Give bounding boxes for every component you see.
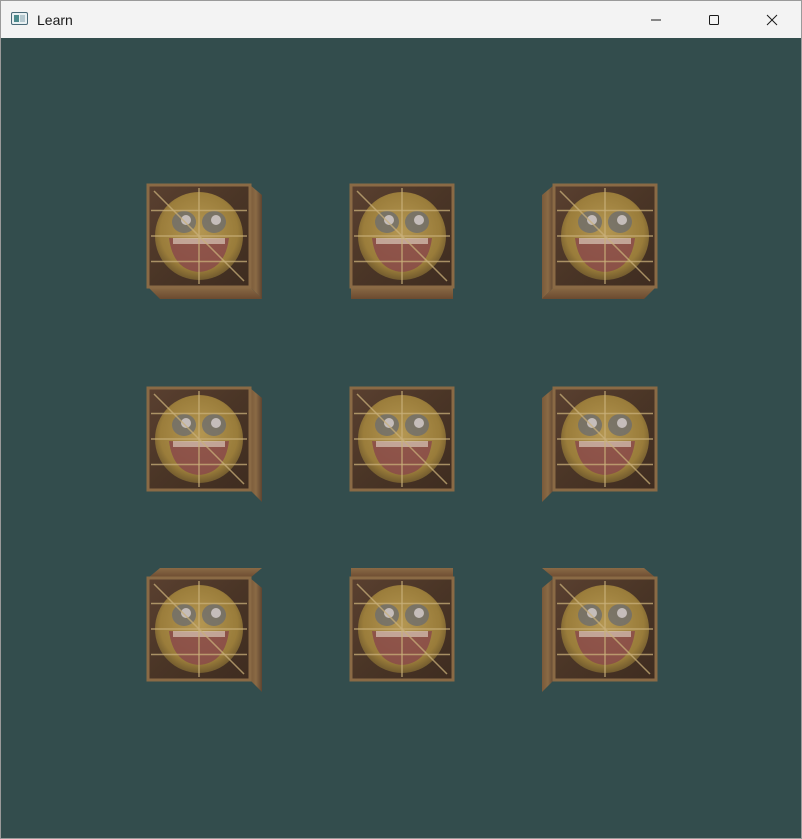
app-window-icon: [11, 12, 28, 25]
smiley-eye-highlight: [211, 608, 221, 618]
smiley-eye-highlight: [617, 215, 627, 225]
minimize-icon: [651, 19, 661, 20]
crate-cube: [146, 568, 262, 692]
window-title: Learn: [37, 12, 73, 28]
smiley-eye-highlight: [414, 215, 424, 225]
crate-bottom-face: [351, 287, 453, 299]
close-icon: [766, 14, 778, 25]
crate-cube: [146, 183, 262, 299]
smiley-eye-highlight: [414, 608, 424, 618]
smiley-eye-highlight: [414, 418, 424, 428]
crate-cube: [542, 183, 658, 299]
smiley-eye-highlight: [617, 418, 627, 428]
crate-side-face: [250, 578, 262, 692]
close-button[interactable]: [743, 1, 801, 38]
cube-scene: [146, 183, 658, 692]
crate-cube: [542, 386, 658, 502]
crate-cube: [349, 183, 455, 299]
app-window: Learn: [0, 0, 802, 839]
maximize-button[interactable]: [685, 1, 743, 38]
crate-side-face: [250, 388, 262, 502]
smiley-eye-highlight: [211, 418, 221, 428]
crate-side-face: [250, 185, 262, 299]
render-viewport[interactable]: [1, 38, 801, 838]
crate-cube: [542, 568, 658, 692]
crate-bottom-face: [542, 287, 656, 299]
minimize-button[interactable]: [627, 1, 685, 38]
crate-side-face: [542, 578, 554, 692]
smiley-eye-highlight: [211, 215, 221, 225]
smiley-eye-highlight: [617, 608, 627, 618]
maximize-icon: [709, 14, 719, 25]
crate-bottom-face: [148, 287, 262, 299]
crate-side-face: [542, 185, 554, 299]
crate-cube: [146, 386, 262, 502]
crate-cube: [349, 386, 455, 492]
crate-side-face: [542, 388, 554, 502]
crate-cube: [349, 568, 455, 682]
title-bar[interactable]: Learn: [1, 1, 801, 38]
